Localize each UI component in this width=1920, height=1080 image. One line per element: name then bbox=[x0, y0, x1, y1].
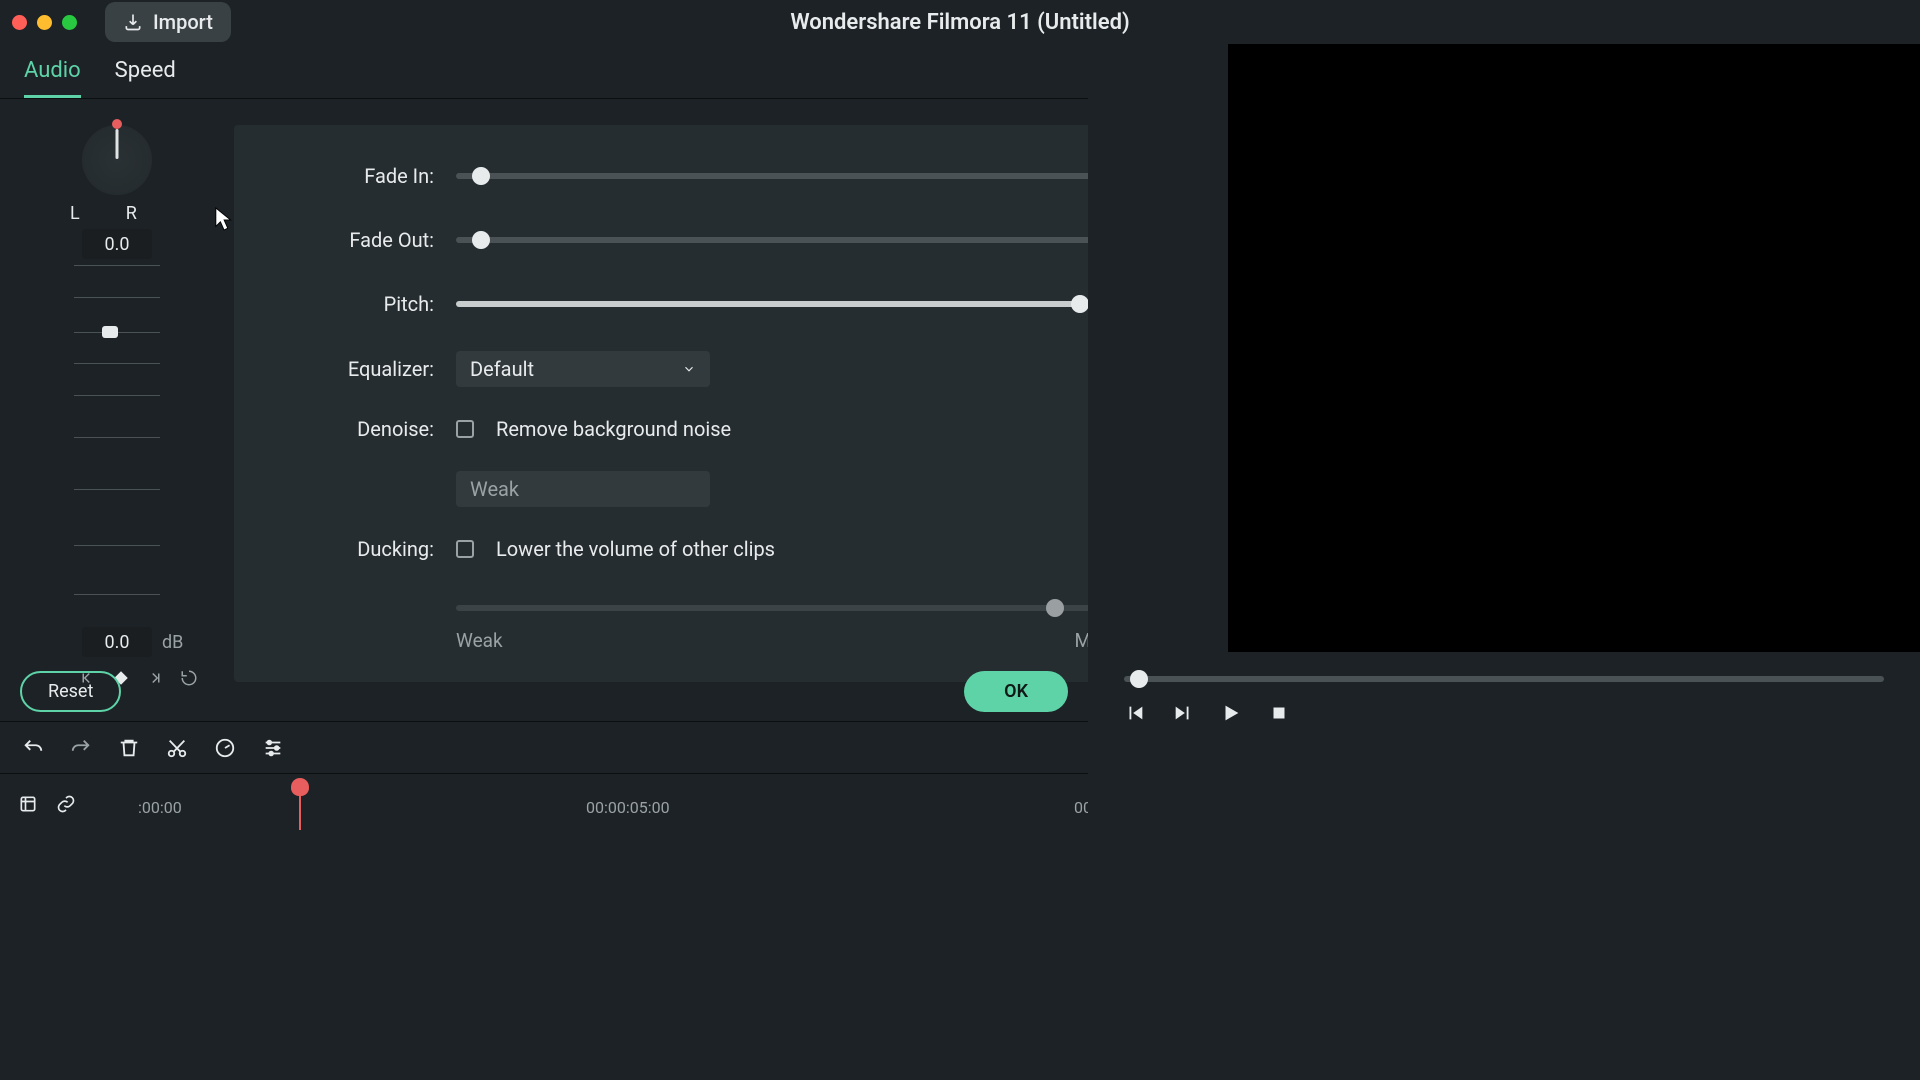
pitch-label: Pitch: bbox=[294, 292, 434, 316]
volume-slider-handle[interactable] bbox=[102, 326, 118, 338]
volume-slider-track[interactable] bbox=[74, 265, 160, 615]
marker-icon[interactable] bbox=[18, 794, 38, 814]
volume-db-unit: dB bbox=[162, 632, 183, 653]
tab-audio[interactable]: Audio bbox=[24, 58, 81, 98]
undo-icon[interactable] bbox=[22, 737, 44, 759]
preview-progress-slider[interactable] bbox=[1124, 676, 1884, 682]
maximize-window-icon[interactable] bbox=[62, 15, 77, 30]
equalizer-select[interactable]: Default bbox=[456, 351, 710, 387]
timeline-time-0: :00:00 bbox=[138, 798, 182, 817]
panel-footer: Reset OK bbox=[0, 661, 1088, 721]
import-icon bbox=[123, 12, 143, 32]
tab-speed[interactable]: Speed bbox=[115, 58, 176, 98]
pan-left-label: L bbox=[70, 203, 80, 224]
ducking-checkbox[interactable] bbox=[456, 540, 474, 558]
pan-right-label: R bbox=[126, 203, 137, 224]
equalizer-label: Equalizer: bbox=[294, 357, 434, 381]
playhead[interactable] bbox=[291, 778, 309, 830]
preview-pane bbox=[1088, 44, 1920, 1080]
link-icon[interactable] bbox=[56, 794, 76, 814]
minimize-window-icon[interactable] bbox=[37, 15, 52, 30]
import-button[interactable]: Import bbox=[105, 2, 231, 42]
pan-knob[interactable] bbox=[82, 125, 152, 195]
speed-icon[interactable] bbox=[214, 737, 236, 759]
transport-controls bbox=[1124, 702, 1884, 724]
ducking-checkbox-label: Lower the volume of other clips bbox=[496, 537, 775, 561]
denoise-checkbox[interactable] bbox=[456, 420, 474, 438]
close-window-icon[interactable] bbox=[12, 15, 27, 30]
denoise-label: Denoise: bbox=[294, 417, 434, 441]
denoise-checkbox-label: Remove background noise bbox=[496, 417, 731, 441]
step-back-icon[interactable] bbox=[1124, 702, 1146, 724]
redo-icon[interactable] bbox=[70, 737, 92, 759]
equalizer-value: Default bbox=[470, 357, 534, 381]
stop-icon[interactable] bbox=[1268, 702, 1290, 724]
window-controls bbox=[12, 15, 77, 30]
chevron-down-icon bbox=[682, 362, 696, 376]
delete-icon[interactable] bbox=[118, 737, 140, 759]
pan-value-field[interactable]: 0.0 bbox=[82, 229, 152, 259]
cut-icon[interactable] bbox=[166, 737, 188, 759]
reset-button[interactable]: Reset bbox=[20, 671, 121, 712]
denoise-strength-select[interactable]: Weak bbox=[456, 471, 710, 507]
preview-video bbox=[1228, 44, 1920, 652]
ducking-label: Ducking: bbox=[294, 537, 434, 561]
fade-out-label: Fade Out: bbox=[294, 228, 434, 252]
import-label: Import bbox=[153, 10, 213, 34]
filters-icon[interactable] bbox=[262, 737, 284, 759]
ok-button[interactable]: OK bbox=[964, 671, 1068, 712]
volume-meter: 12 6 0 -6 -12 -18 -30 -40 -∞ 0 -5 -10 -1… bbox=[38, 265, 198, 615]
app-title: Wondershare Filmora 11 (Untitled) bbox=[790, 10, 1129, 35]
play-icon[interactable] bbox=[1220, 702, 1242, 724]
denoise-strength-value: Weak bbox=[470, 477, 519, 501]
title-bar: Import Wondershare Filmora 11 (Untitled) bbox=[0, 0, 1920, 44]
timeline-time-5: 00:00:05:00 bbox=[586, 798, 670, 817]
volume-db-field[interactable]: 0.0 bbox=[82, 627, 152, 657]
step-forward-icon[interactable] bbox=[1172, 702, 1194, 724]
fade-in-label: Fade In: bbox=[294, 164, 434, 188]
